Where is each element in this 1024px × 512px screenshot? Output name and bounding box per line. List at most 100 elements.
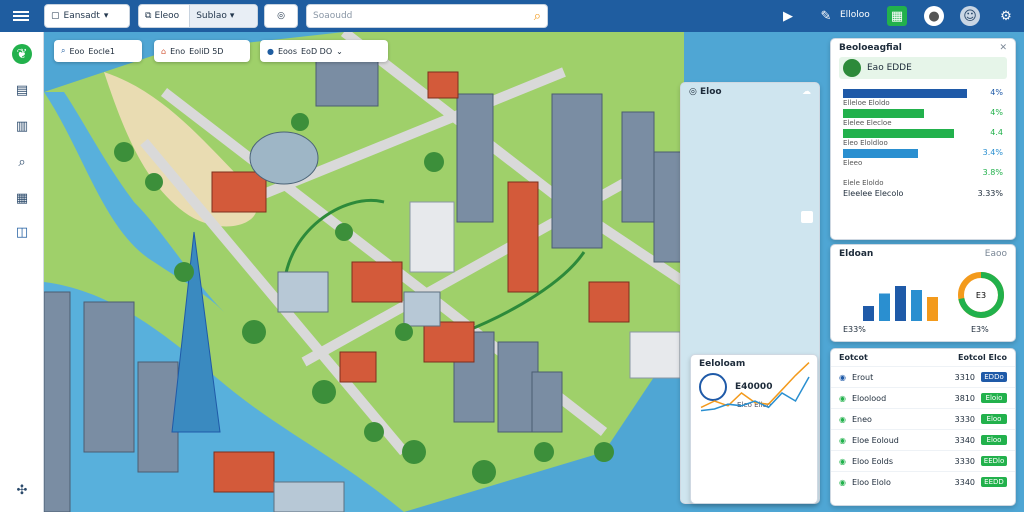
item-icon: ◉ <box>839 414 846 424</box>
folder-icon: ▢ <box>51 11 60 21</box>
workspace-select[interactable]: ▢ Eansadt ▾ <box>44 4 130 28</box>
status-badge: EEDD <box>981 477 1007 487</box>
notification-avatar[interactable]: ● <box>924 6 944 26</box>
chip-2[interactable]: ⌂ Eno EoliD 5D <box>154 40 250 62</box>
chip-value: EoD DO <box>301 46 333 56</box>
chip-3[interactable]: ● Eoos EoD DO ⌄ <box>260 40 388 62</box>
status-badge: EEDlo <box>981 456 1007 466</box>
analytics-row-value: 3.4% <box>982 148 1003 157</box>
stats-panel: Eldoan Eaoo E3 E33% E3% <box>830 244 1016 342</box>
globe-icon: ● <box>267 46 274 56</box>
chip-label: Eoos <box>277 46 297 56</box>
filter-b-label: Sublao <box>196 11 227 21</box>
status-badge: Eloo <box>981 414 1007 424</box>
list-item[interactable]: ◉ Eloolood 3810 Eloio <box>831 387 1015 408</box>
stats-sub: Eaoo <box>984 249 1007 259</box>
filter-b[interactable]: Sublao ▾ <box>189 5 257 27</box>
list-item-name: Eloo Elolo <box>851 477 891 487</box>
analytics-footer-label: Eleelee Elecolo <box>843 189 904 198</box>
analytics-row: 3.8% Elele Eloldo <box>839 165 1007 187</box>
list-item-name: Eneo <box>851 414 872 424</box>
map-canvas[interactable]: ⌕ Eoo Eocle1 ⌂ Eno EoliD 5D ● Eoos EoD DO ⌄ ◎ E… <box>44 32 1024 512</box>
item-icon: ◉ <box>839 456 846 466</box>
list-item-value: 3340 <box>954 435 975 445</box>
search-icon[interactable]: ⌕ <box>534 9 541 24</box>
chevron-down-icon: ▾ <box>229 11 235 21</box>
sidebar-item-analytics[interactable]: ▥ <box>12 116 32 136</box>
analytics-row: 4% Elelee Elecloe <box>839 105 1007 127</box>
analytics-row-value: 4% <box>990 108 1003 117</box>
donut-footer: E3% <box>971 325 989 334</box>
locate-button[interactable]: ◎ <box>264 4 298 28</box>
list-item[interactable]: ◉ Erout 3310 EDDo <box>831 366 1015 387</box>
list-item[interactable]: ◉ Eloe Eoloud 3340 Eloo <box>831 429 1015 450</box>
filter-toggle[interactable]: ⧉ Eleoo Sublao ▾ <box>138 4 258 28</box>
close-icon[interactable]: ✕ <box>999 43 1007 53</box>
stats-donut: E3 <box>958 272 1004 318</box>
list-item-value: 3330 <box>954 456 975 466</box>
layers-icon: ◫ <box>15 224 29 240</box>
top-bar: ▢ Eansadt ▾ ⧉ Eleoo Sublao ▾ ◎ Soaoudd ⌕ ▶ ✎ E… <box>0 0 1024 32</box>
chip-value: Eocle1 <box>88 46 115 56</box>
list-header-name: Eotcot <box>839 353 868 362</box>
search-icon: ⌕ <box>61 46 66 55</box>
leaf-icon: ❦ <box>16 46 28 62</box>
analytics-row-label: Elele Eloldo <box>843 179 884 187</box>
sidebar-item-layers[interactable]: ◫ <box>12 222 32 242</box>
list-item[interactable]: ◉ Eneo 3330 Eloo <box>831 408 1015 429</box>
analytics-footer-value: 3.33% <box>977 189 1003 198</box>
sidebar-item-grid[interactable]: ▦ <box>12 188 32 208</box>
chip-label: Eoo <box>69 46 85 56</box>
user-label: Elloloo <box>840 10 870 20</box>
hamburger-icon <box>13 9 29 23</box>
analytics-bar <box>843 89 967 98</box>
avatar[interactable]: ☺ <box>960 6 980 26</box>
stats-footer-value: E33% <box>843 325 866 334</box>
analytics-row-value: 3.8% <box>982 168 1003 177</box>
list-item[interactable]: ◉ Eloo Eolds 3330 EEDlo <box>831 450 1015 471</box>
analytics-row-value: 4% <box>990 88 1003 97</box>
menu-button[interactable] <box>4 4 38 28</box>
analytics-header-value: Eao EDDE <box>867 63 912 73</box>
list-panel: Eotcot Eotcol Elco ◉ Erout 3310 EDDo ◉ Elooloo… <box>830 348 1016 506</box>
sidebar-item-home[interactable]: ❦ <box>12 44 32 64</box>
analytics-row: 3.4% Eleeo <box>839 145 1007 167</box>
analytics-panel: Beoloeagfial ✕ Eao EDDE 4% Elleloe Eloldo 4… <box>830 38 1016 240</box>
stats-bar <box>895 286 906 321</box>
analytics-row: 4.4 Eleo Eloldloo <box>839 125 1007 147</box>
list-header-col2: Elco <box>988 353 1007 362</box>
sidebar-item-settings[interactable]: ✣ <box>12 480 32 500</box>
trend-series-line <box>700 376 810 412</box>
gear-icon[interactable]: ⚙ <box>996 6 1016 26</box>
list-item[interactable]: ◉ Eloo Elolo 3340 EEDD <box>831 471 1015 492</box>
stats-bar <box>911 290 922 321</box>
list-item-name: Eloo Eolds <box>851 456 894 466</box>
home-icon: ⌂ <box>161 46 167 56</box>
sidebar-item-search[interactable]: ⌕ <box>12 152 32 172</box>
cloud-icon: ☁ <box>802 87 811 97</box>
minimap-title: Eloo <box>700 87 722 97</box>
pen-icon[interactable]: ✎ <box>816 6 836 26</box>
sidebar-item-files[interactable]: ▤ <box>12 80 32 100</box>
analytics-rows: 4% Elleloe Eloldo 4% Elelee Elecloe 4.4 Eleo … <box>831 85 1015 187</box>
list-header-col1: Eotcol <box>957 353 986 362</box>
chip-1[interactable]: ⌕ Eoo Eocle1 <box>54 40 142 62</box>
chevron-down-icon: ▾ <box>103 11 109 21</box>
list-item-name: Erout <box>851 372 874 382</box>
search-field[interactable]: Soaoudd ⌕ <box>306 4 548 28</box>
analytics-bar <box>843 109 924 118</box>
filter-a[interactable]: ⧉ Eleoo <box>139 5 185 27</box>
list-item-name: Eloolood <box>851 393 887 403</box>
chart-icon: ▥ <box>15 118 29 134</box>
status-badge: EDDo <box>981 372 1007 382</box>
zoom-toggle[interactable] <box>801 211 813 223</box>
item-icon: ◉ <box>839 477 846 487</box>
play-icon[interactable]: ▶ <box>778 6 798 26</box>
puzzle-icon: ✣ <box>16 482 28 498</box>
grid-icon: ▦ <box>15 190 29 206</box>
list-item-value: 3810 <box>954 393 975 403</box>
map-icon[interactable]: ▦ <box>887 6 907 26</box>
analytics-row: 4% Elleloe Eloldo <box>839 85 1007 107</box>
chevron-down-icon: ⌄ <box>336 46 343 56</box>
item-icon: ◉ <box>839 393 846 403</box>
